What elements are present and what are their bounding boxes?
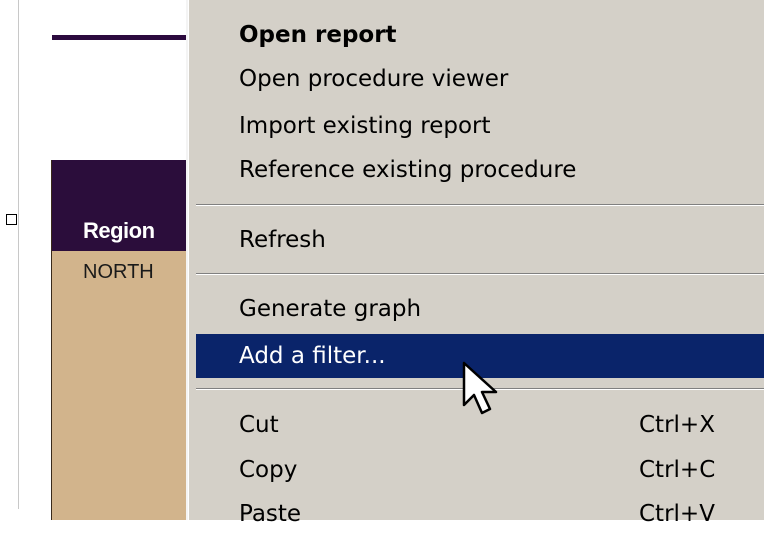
menu-item-paste[interactable]: Paste Ctrl+V bbox=[196, 492, 764, 536]
menu-separator bbox=[196, 273, 764, 275]
menu-item-label: Add a filter... bbox=[239, 343, 386, 369]
menu-item-refresh[interactable]: Refresh bbox=[196, 218, 764, 262]
menu-item-copy[interactable]: Copy Ctrl+C bbox=[196, 448, 764, 492]
menu-item-label: Paste bbox=[239, 501, 302, 527]
menu-item-shortcut: Ctrl+C bbox=[639, 457, 716, 483]
menu-item-label: Generate graph bbox=[239, 296, 422, 322]
menu-separator bbox=[196, 204, 764, 206]
page-margin-line bbox=[18, 0, 19, 509]
context-menu: Open report Open procedure viewer Import… bbox=[186, 0, 764, 527]
menu-item-import-existing-report[interactable]: Import existing report bbox=[196, 104, 764, 148]
menu-item-shortcut: Ctrl+V bbox=[639, 501, 715, 527]
mouse-pointer-icon bbox=[462, 361, 498, 415]
menu-item-label: Cut bbox=[239, 412, 279, 438]
menu-item-generate-graph[interactable]: Generate graph bbox=[196, 287, 764, 331]
table-cell-region[interactable]: NORTH bbox=[83, 261, 154, 284]
menu-item-label: Open procedure viewer bbox=[239, 66, 509, 92]
menu-item-label: Reference existing procedure bbox=[239, 157, 577, 183]
menu-item-open-procedure-viewer[interactable]: Open procedure viewer bbox=[196, 57, 764, 101]
selection-handle[interactable] bbox=[6, 214, 17, 225]
menu-item-label: Open report bbox=[239, 22, 397, 48]
menu-item-reference-existing-procedure[interactable]: Reference existing procedure bbox=[196, 148, 764, 192]
menu-item-label: Refresh bbox=[239, 227, 326, 253]
menu-item-label: Copy bbox=[239, 457, 298, 483]
menu-item-open-report[interactable]: Open report bbox=[196, 13, 764, 57]
menu-item-shortcut: Ctrl+X bbox=[639, 412, 715, 438]
report-title-rule bbox=[52, 35, 192, 40]
menu-item-label: Import existing report bbox=[239, 113, 491, 139]
column-header-region[interactable]: Region bbox=[83, 218, 155, 244]
